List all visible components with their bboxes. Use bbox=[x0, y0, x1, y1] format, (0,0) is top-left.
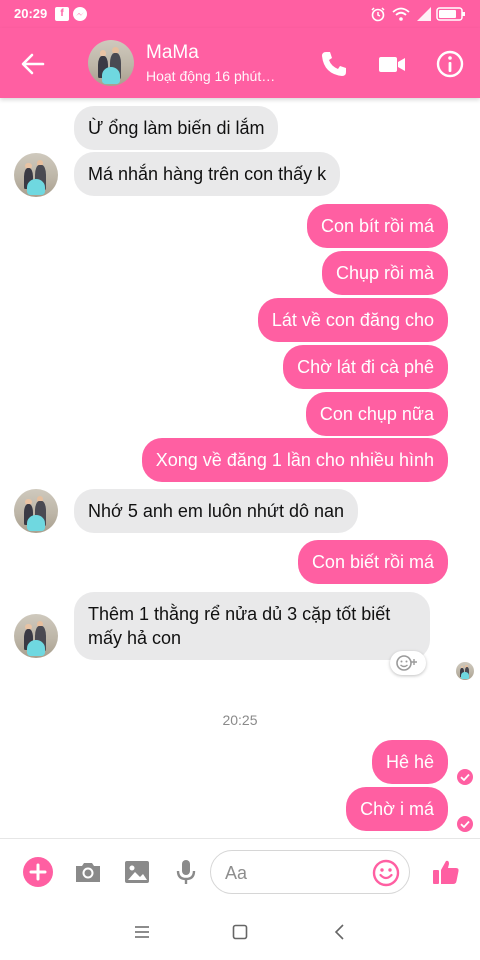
message-input-placeholder: Aa bbox=[225, 863, 248, 883]
status-icons bbox=[370, 6, 466, 22]
outgoing-message[interactable]: Hê hê bbox=[371, 740, 448, 784]
contact-name[interactable]: MaMa bbox=[146, 42, 199, 64]
incoming-message[interactable]: Thêm 1 thằng rể nửa dủ 3 cặp tốt biết mấ… bbox=[74, 592, 430, 660]
outgoing-message[interactable]: Chờ i má bbox=[346, 787, 448, 831]
outgoing-message[interactable]: Chụp rồi mà bbox=[321, 251, 448, 295]
add-reaction-button[interactable] bbox=[390, 651, 426, 675]
incoming-message[interactable]: Nhớ 5 anh em luôn nhứt dô nan bbox=[74, 489, 359, 533]
back-nav-icon[interactable] bbox=[330, 922, 350, 942]
sender-avatar bbox=[14, 614, 58, 658]
chat-header: MaMa Hoạt động 16 phút… bbox=[0, 28, 480, 98]
contact-status: Hoạt động 16 phút… bbox=[146, 68, 276, 84]
outgoing-message[interactable]: Con biết rồi má bbox=[297, 540, 448, 584]
delivered-check-icon bbox=[457, 816, 473, 832]
message-line: mấy hả con bbox=[88, 628, 182, 648]
wifi-icon bbox=[392, 7, 410, 21]
video-camera-icon[interactable] bbox=[376, 48, 408, 80]
thumbs-up-icon[interactable] bbox=[430, 856, 462, 888]
message-input[interactable]: Aa bbox=[210, 850, 410, 894]
outgoing-message[interactable]: Xong về đăng 1 lần cho nhiều hình bbox=[141, 438, 448, 482]
sender-avatar bbox=[14, 489, 58, 533]
menu-icon[interactable] bbox=[132, 922, 152, 942]
timestamp-divider: 20:25 bbox=[222, 712, 258, 728]
sender-avatar bbox=[14, 153, 58, 197]
system-navigation-bar bbox=[0, 904, 480, 960]
signal-icon bbox=[417, 7, 431, 21]
incoming-message[interactable]: Má nhắn hàng trên con thấy k bbox=[74, 152, 341, 196]
smiley-icon[interactable] bbox=[371, 858, 401, 888]
back-arrow-icon[interactable] bbox=[18, 49, 48, 79]
message-list[interactable]: Ừ ổng làm biến di lắm Má nhắn hàng trên … bbox=[0, 88, 480, 838]
image-icon[interactable] bbox=[121, 856, 153, 888]
plus-icon[interactable] bbox=[22, 856, 54, 888]
alarm-icon bbox=[371, 7, 385, 22]
home-icon[interactable] bbox=[230, 922, 250, 942]
microphone-icon[interactable] bbox=[170, 856, 202, 888]
contact-avatar[interactable] bbox=[88, 40, 134, 86]
info-icon[interactable] bbox=[434, 48, 466, 80]
battery-icon bbox=[436, 7, 465, 21]
messenger-notification-icon bbox=[73, 7, 87, 21]
delivered-check-icon bbox=[457, 769, 473, 785]
outgoing-message[interactable]: Con chụp nữa bbox=[305, 392, 448, 436]
outgoing-message[interactable]: Con bít rồi má bbox=[306, 204, 448, 248]
facebook-notification-icon: f bbox=[55, 7, 69, 21]
outgoing-message[interactable]: Lát về con đăng cho bbox=[257, 298, 448, 342]
status-time: 20:29 bbox=[14, 6, 48, 21]
phone-icon[interactable] bbox=[318, 48, 350, 80]
incoming-message[interactable]: Ừ ổng làm biến di lắm bbox=[74, 106, 279, 150]
outgoing-message[interactable]: Chờ lát đi cà phê bbox=[283, 345, 448, 389]
message-line: Thêm 1 thằng rể nửa dủ 3 cặp tốt biết bbox=[88, 604, 391, 624]
message-composer: Aa bbox=[0, 838, 480, 904]
camera-icon[interactable] bbox=[72, 856, 104, 888]
status-bar: 20:29 f bbox=[0, 0, 480, 28]
read-receipt-avatar bbox=[456, 662, 474, 680]
